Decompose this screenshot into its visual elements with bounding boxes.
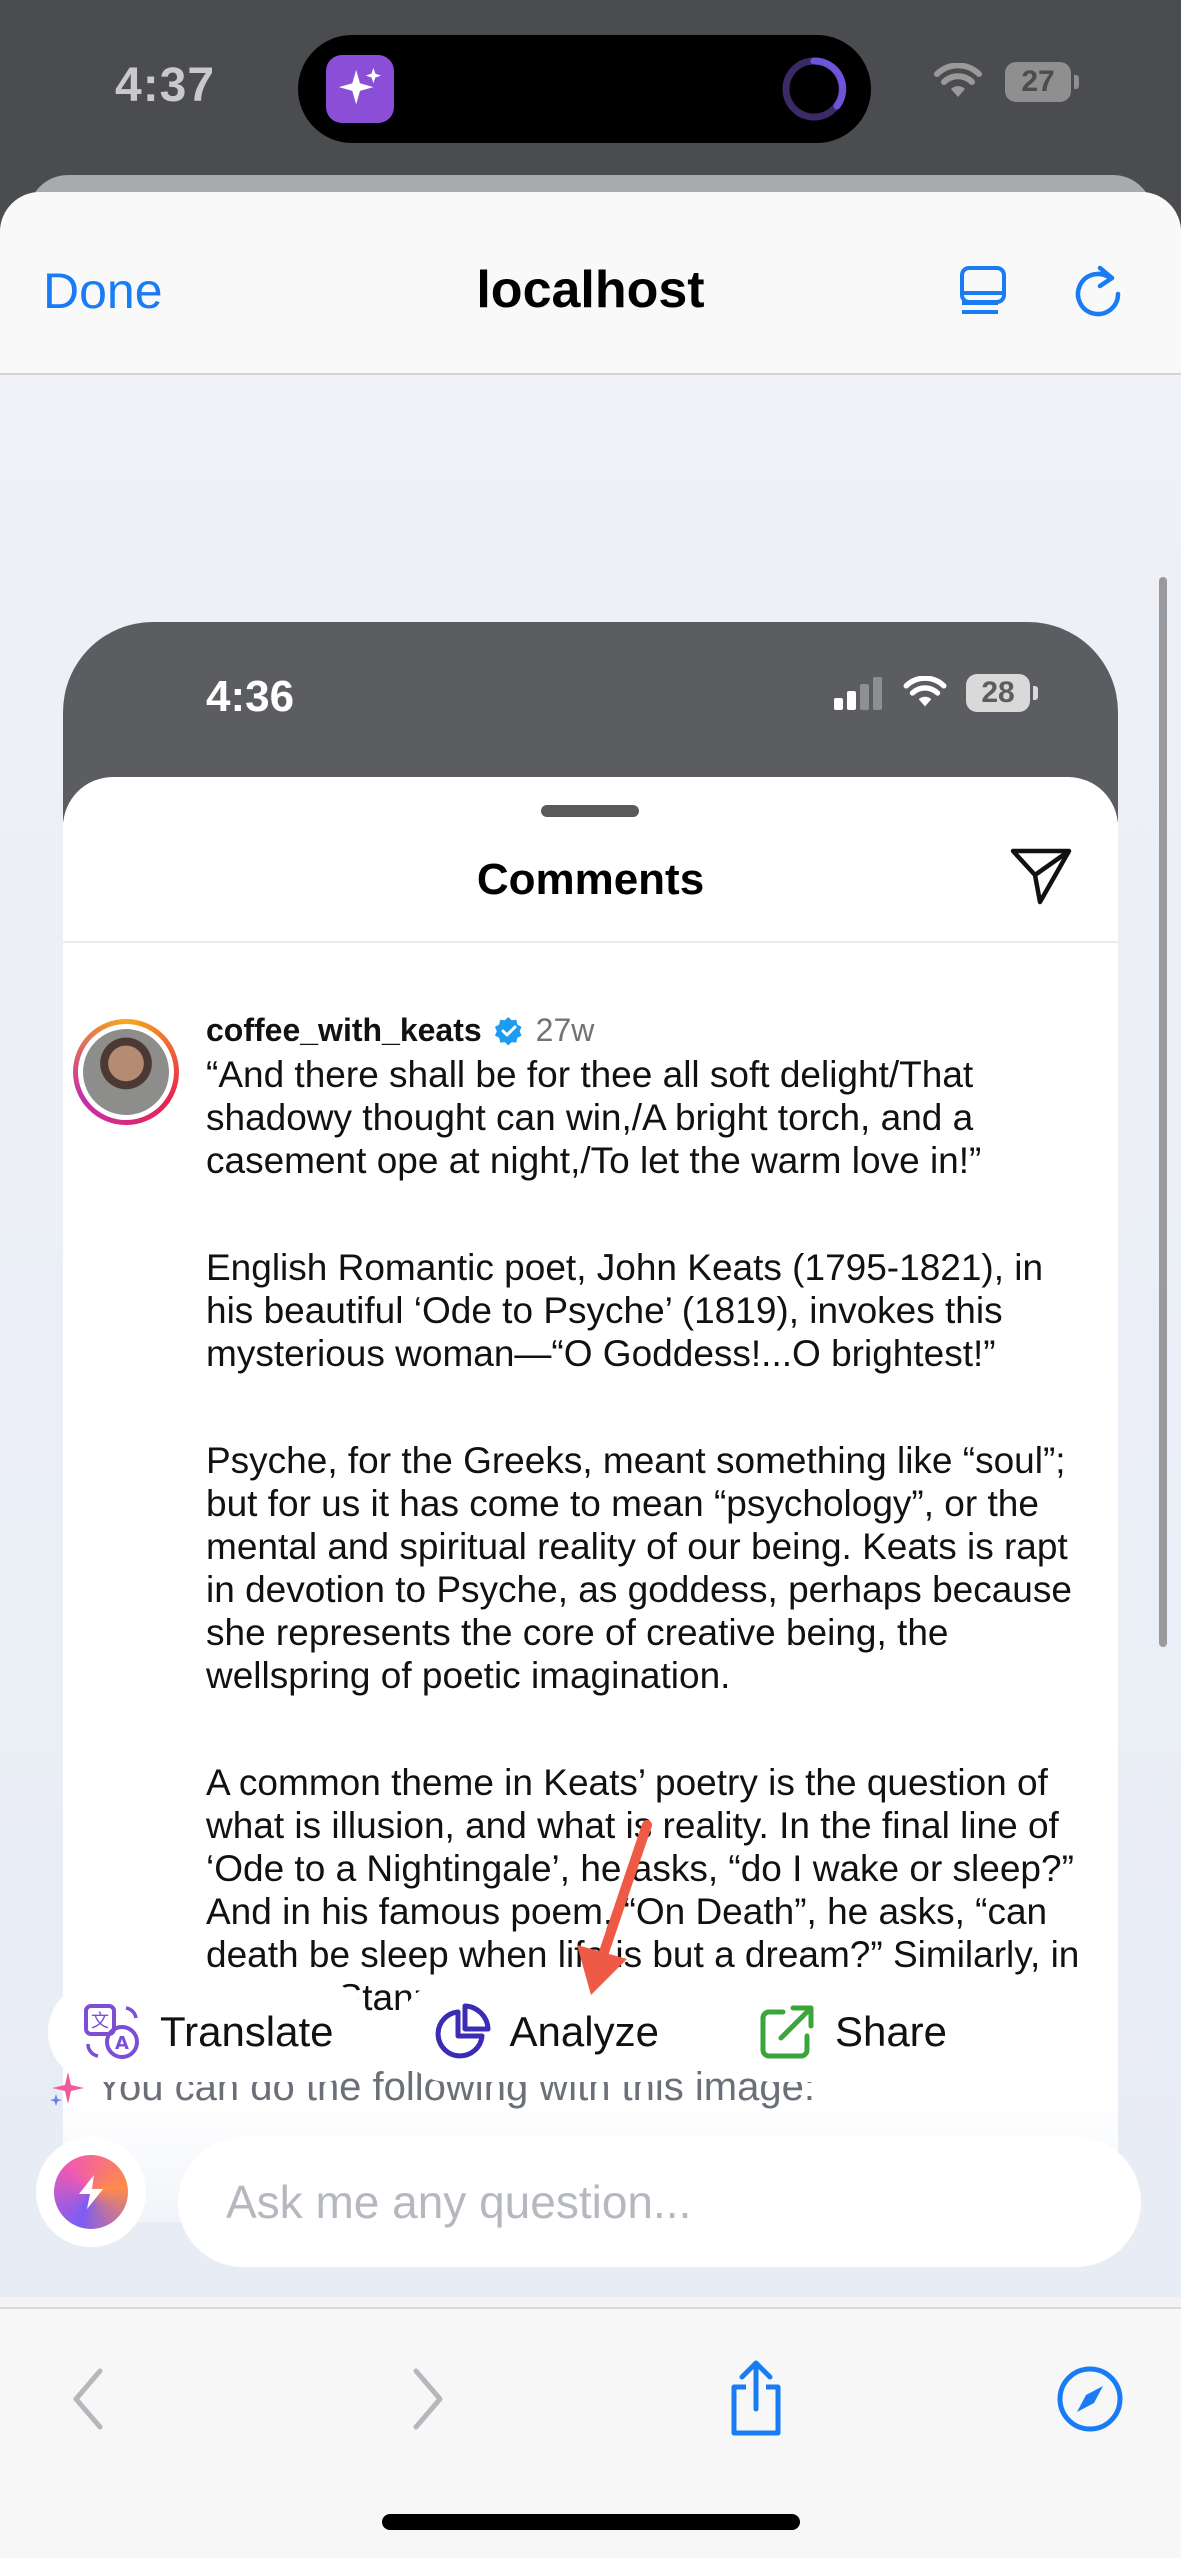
browser-sheet: Done localhost 4:36 28 Comments coffee_w… [0,192,1181,2558]
comments-title: Comments [476,855,705,904]
comment-paragraph: “And there shall be for thee all soft de… [206,1054,982,1181]
home-indicator [382,2514,800,2530]
screenshot-time: 4:36 [206,672,295,721]
verified-badge-icon [494,1016,522,1045]
svg-text:A: A [115,2033,129,2054]
screenshot-battery: 28 [966,674,1038,712]
share-icon[interactable] [716,2359,796,2439]
share-button[interactable]: Share [722,1982,986,2082]
svg-text:文: 文 [91,2011,109,2032]
activity-ring-icon [782,57,847,121]
status-bar: 4:37 27 [0,0,1181,180]
comment-paragraph: Psyche, for the Greeks, meant something … [206,1440,1072,1696]
comment-age: 27w [535,1012,595,1048]
translate-icon: 文 A [84,2004,139,2059]
wifi-icon [903,676,947,707]
sparkle-app-icon [326,55,394,123]
pie-chart-icon [435,2003,491,2059]
action-buttons: 文 A Translate Analyze Share [48,1982,986,2082]
screenshot-indicators: 28 [832,674,1038,712]
divider [63,941,1118,943]
navigation-bar: Done localhost [0,192,1181,375]
wifi-icon [934,63,982,97]
annotation-arrow-icon [577,1820,652,1995]
share-label: Share [834,2008,948,2055]
back-icon[interactable] [48,2359,128,2439]
comment-username: coffee_with_keats [206,1012,482,1048]
reader-mode-icon[interactable] [958,260,1014,320]
dynamic-island [298,35,871,143]
compass-icon[interactable] [1050,2359,1130,2439]
status-indicators: 27 [933,62,1079,102]
lightning-icon [54,2155,128,2229]
ask-question-input[interactable] [178,2137,1141,2267]
forward-icon[interactable] [388,2359,468,2439]
translate-button[interactable]: 文 A Translate [48,1982,372,2082]
share-external-icon [760,2005,814,2059]
sheet-grabber [541,805,639,817]
translate-label: Translate [160,2008,334,2055]
battery-indicator: 27 [1005,62,1079,102]
cellular-signal-icon [834,677,882,710]
comment-paragraph: English Romantic poet, John Keats (1795-… [206,1247,1044,1374]
avatar [73,1019,179,1125]
reload-icon[interactable] [1072,260,1128,320]
scrollbar[interactable] [1159,577,1167,1647]
ai-assistant-button[interactable] [36,2137,146,2247]
status-time: 4:37 [115,59,216,112]
send-icon [1010,848,1072,905]
